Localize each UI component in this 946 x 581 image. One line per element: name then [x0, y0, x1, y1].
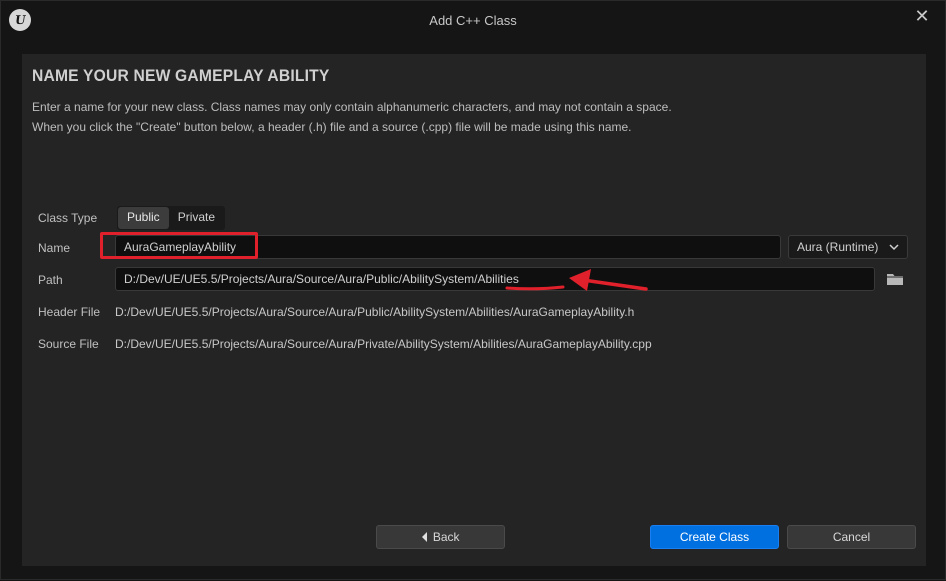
folder-icon[interactable] [886, 272, 904, 286]
header-file-value: D:/Dev/UE/UE5.5/Projects/Aura/Source/Aur… [115, 305, 635, 319]
class-type-private[interactable]: Private [169, 207, 224, 229]
module-dropdown[interactable]: Aura (Runtime) [788, 235, 908, 259]
name-label: Name [38, 241, 71, 255]
annotation-highlight-box [100, 232, 258, 259]
back-button[interactable]: Back [376, 525, 505, 549]
module-dropdown-value: Aura (Runtime) [797, 240, 879, 254]
page-title: NAME YOUR NEW GAMEPLAY ABILITY [32, 66, 330, 85]
chevron-down-icon [889, 236, 899, 267]
source-file-label: Source File [38, 337, 99, 351]
window-title: Add C++ Class [429, 13, 517, 28]
header-file-label: Header File [38, 305, 101, 319]
class-type-public[interactable]: Public [118, 207, 169, 229]
description: Enter a name for your new class. Class n… [32, 97, 672, 137]
chevron-left-icon [421, 530, 432, 544]
source-file-value: D:/Dev/UE/UE5.5/Projects/Aura/Source/Aur… [115, 337, 652, 351]
description-line-2: When you click the "Create" button below… [32, 120, 632, 134]
add-class-dialog: U Add C++ Class ✕ NAME YOUR NEW GAMEPLAY… [0, 0, 946, 580]
title-bar: U Add C++ Class ✕ [1, 1, 945, 39]
class-type-toggle: Public Private [117, 206, 226, 230]
class-type-label: Class Type [38, 211, 98, 225]
close-icon[interactable]: ✕ [913, 7, 931, 25]
back-button-label: Back [432, 530, 460, 544]
create-class-button[interactable]: Create Class [650, 525, 779, 549]
path-input[interactable]: D:/Dev/UE/UE5.5/Projects/Aura/Source/Aur… [115, 267, 875, 291]
content-panel: NAME YOUR NEW GAMEPLAY ABILITY Enter a n… [22, 54, 926, 566]
description-line-1: Enter a name for your new class. Class n… [32, 100, 672, 114]
path-label: Path [38, 273, 63, 287]
cancel-button[interactable]: Cancel [787, 525, 916, 549]
